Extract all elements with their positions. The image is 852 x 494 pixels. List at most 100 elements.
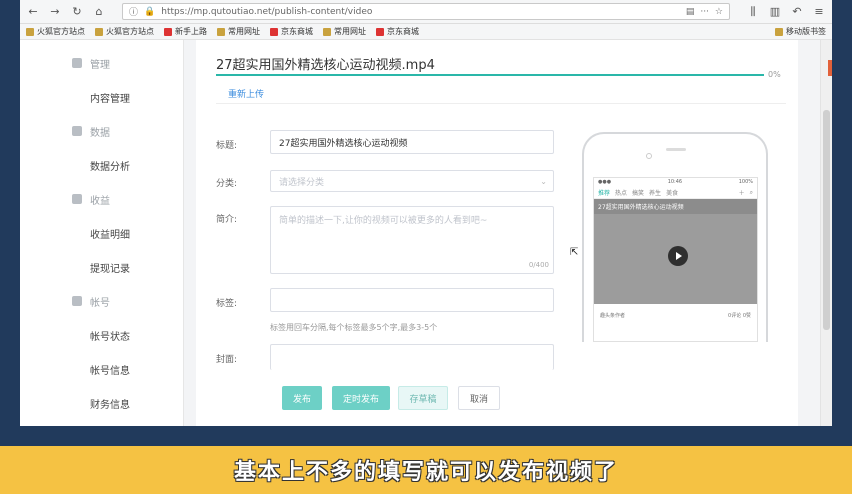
- sidebar-label: 提现记录: [90, 263, 130, 275]
- sidebar-group: 数据: [20, 114, 183, 148]
- jd-icon: [270, 27, 278, 36]
- sidebar-item[interactable]: 收益明细: [20, 216, 183, 250]
- bookmark-item[interactable]: 火狐官方站点: [26, 26, 85, 37]
- preview-clock: 10:46: [667, 179, 683, 185]
- edge-marker: [828, 60, 832, 76]
- forward-icon[interactable]: →: [48, 5, 62, 18]
- browser-window: ← → ↻ ⌂ ⓘ 🔒 https://mp.qutoutiao.net/pub…: [20, 0, 832, 426]
- group-icon: [72, 58, 82, 68]
- intro-placeholder: 简单的描述一下,让你的视频可以被更多的人看到吧~: [279, 216, 488, 226]
- chevron-down-icon: ⌄: [540, 177, 547, 186]
- undo-icon[interactable]: ↶: [790, 5, 804, 18]
- menu-icon[interactable]: ≡: [812, 5, 826, 18]
- tags-hint: 标签用回车分隔,每个标签最多5个字,最多3-5个: [270, 323, 438, 332]
- page-content: 管理内容管理数据数据分析收益收益明细提现记录帐号帐号状态帐号信息财务信息 27超…: [20, 40, 832, 426]
- preview-author: 趣头条作者: [600, 312, 626, 319]
- back-icon[interactable]: ←: [26, 5, 40, 18]
- intro-char-count: 0/400: [528, 261, 549, 269]
- folder-icon: [26, 27, 34, 36]
- sidebar-item[interactable]: 帐号状态: [20, 318, 183, 352]
- bookmark-item[interactable]: 常用网址: [217, 26, 260, 37]
- sidebar-label: 数据分析: [90, 161, 130, 173]
- preview-statusbar: ●●● 10:46 100%: [594, 178, 757, 187]
- bookmark-item[interactable]: 火狐官方站点: [95, 26, 154, 37]
- url-text: https://mp.qutoutiao.net/publish-content…: [161, 6, 373, 17]
- search-icon: ⌕: [749, 188, 753, 196]
- sidebar-group: 帐号: [20, 284, 183, 318]
- bookmarks-bar: 火狐官方站点 火狐官方站点 新手上路 常用网址 京东商城 常用网址 京东商城 移…: [20, 24, 832, 40]
- mobile-bookmarks[interactable]: 移动版书签: [775, 26, 826, 37]
- publish-panel: 27超实用国外精选核心运动视频.mp4 0% 重新上传 标题: 27超实用国外精…: [196, 40, 798, 426]
- upload-progress-label: 0%: [768, 70, 781, 79]
- sidebar-label: 管理: [90, 59, 110, 71]
- reader-icon[interactable]: ▤: [686, 7, 695, 17]
- home-icon[interactable]: ⌂: [92, 5, 106, 18]
- bookmark-item[interactable]: 常用网址: [323, 26, 366, 37]
- sidebar-toggle-icon[interactable]: ▥: [768, 5, 782, 18]
- bookmark-star-icon[interactable]: ☆: [715, 7, 723, 17]
- play-icon: [668, 246, 688, 266]
- category-select[interactable]: 请选择分类 ⌄: [270, 170, 554, 192]
- firefox-icon: [164, 27, 172, 36]
- sidebar-label: 帐号信息: [90, 365, 130, 377]
- preview-video-title: 27超实用国外精选核心运动视频: [594, 199, 757, 214]
- reupload-link[interactable]: 重新上传: [228, 87, 264, 100]
- signal-indicator: ●●●: [598, 179, 612, 185]
- library-icon[interactable]: ⫼: [746, 5, 760, 19]
- category-placeholder: 请选择分类: [279, 177, 325, 188]
- info-icon: ⓘ: [129, 8, 139, 18]
- reload-icon[interactable]: ↻: [70, 5, 84, 18]
- schedule-publish-button[interactable]: 定时发布: [332, 386, 390, 410]
- sidebar-item[interactable]: 数据分析: [20, 148, 183, 182]
- folder-icon: [217, 27, 225, 36]
- save-draft-button[interactable]: 存草稿: [398, 386, 448, 410]
- sidebar-label: 收益明细: [90, 229, 130, 241]
- bookmark-item[interactable]: 新手上路: [164, 26, 207, 37]
- sidebar-group: 收益: [20, 182, 183, 216]
- folder-icon: [323, 27, 331, 36]
- sidebar-label: 数据: [90, 127, 110, 139]
- title-label: 标题:: [216, 141, 238, 151]
- tags-label: 标签:: [216, 299, 238, 309]
- bookmark-item[interactable]: 京东商城: [270, 26, 313, 37]
- lock-icon: 🔒: [144, 6, 156, 17]
- sidebar-label: 帐号状态: [90, 331, 130, 343]
- battery-level: 100%: [738, 179, 753, 185]
- preview-tab: 美食: [666, 190, 679, 197]
- sidebar-item[interactable]: 提现记录: [20, 250, 183, 284]
- tags-input[interactable]: [270, 288, 554, 312]
- video-frame: ← → ↻ ⌂ ⓘ 🔒 https://mp.qutoutiao.net/pub…: [0, 0, 852, 494]
- title-input[interactable]: 27超实用国外精选核心运动视频: [270, 130, 554, 154]
- folder-icon: [95, 27, 103, 36]
- upload-progress-fill: [216, 74, 764, 76]
- preview-tab: 推荐: [598, 190, 611, 197]
- page-scrollbar[interactable]: [820, 40, 832, 426]
- address-bar[interactable]: ⓘ 🔒 https://mp.qutoutiao.net/publish-con…: [122, 3, 730, 20]
- publish-button[interactable]: 发布: [282, 386, 322, 410]
- sidebar-label: 财务信息: [90, 399, 130, 411]
- cancel-button[interactable]: 取消: [458, 386, 500, 410]
- file-name: 27超实用国外精选核心运动视频.mp4: [216, 58, 435, 73]
- intro-label: 简介:: [216, 215, 238, 225]
- folder-icon: [775, 27, 783, 36]
- video-caption: 基本上不多的填写就可以发布视频了: [233, 460, 618, 485]
- more-icon[interactable]: ···: [700, 7, 709, 17]
- divider: [216, 103, 786, 104]
- sidebar-item[interactable]: 帐号信息: [20, 352, 183, 386]
- preview-stats: 0评论 0赞: [728, 312, 751, 319]
- group-icon: [72, 194, 82, 204]
- intro-textarea[interactable]: 简单的描述一下,让你的视频可以被更多的人看到吧~ 0/400: [270, 206, 554, 274]
- bookmark-item[interactable]: 京东商城: [376, 26, 419, 37]
- scroll-thumb[interactable]: [823, 110, 830, 330]
- preview-tab: 热点: [615, 190, 628, 197]
- preview-tabs: 推荐 热点 搞笑 养生 美食 ＋ ⌕: [594, 187, 757, 199]
- group-icon: [72, 296, 82, 306]
- sidebar-label: 收益: [90, 195, 110, 207]
- sidebar-label: 帐号: [90, 297, 110, 309]
- preview-video-footer: 趣头条作者 0评论 0赞: [594, 304, 757, 326]
- cover-upload[interactable]: [270, 344, 554, 370]
- sidebar-item[interactable]: 财务信息: [20, 386, 183, 420]
- preview-tab: 养生: [649, 190, 662, 197]
- sidebar-item[interactable]: 内容管理: [20, 80, 183, 114]
- mobile-preview: ●●● 10:46 100% 推荐 热点 搞笑 养生 美食 ＋ ⌕ 27超实用国…: [582, 132, 768, 342]
